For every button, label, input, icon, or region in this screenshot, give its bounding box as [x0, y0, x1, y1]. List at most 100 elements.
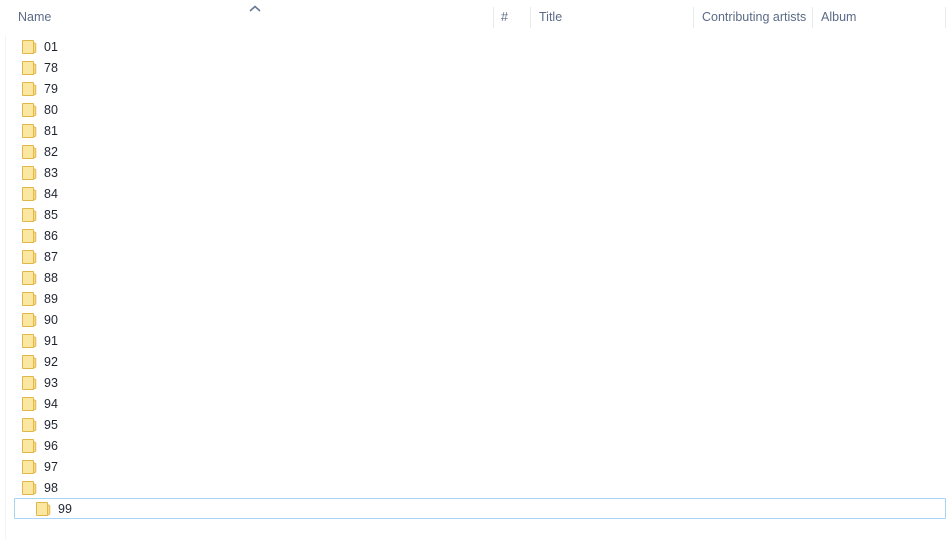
folder-icon — [22, 81, 37, 96]
row-content: 86 — [1, 226, 58, 245]
folder-icon — [22, 459, 37, 474]
row-label: 99 — [58, 501, 72, 516]
table-row[interactable]: 81 — [0, 120, 951, 141]
folder-icon — [22, 249, 37, 264]
folder-icon — [22, 375, 37, 390]
row-label: 88 — [44, 270, 58, 285]
row-label: 89 — [44, 291, 58, 306]
row-content: 87 — [1, 247, 58, 266]
row-label: 80 — [44, 102, 58, 117]
row-content: 85 — [1, 205, 58, 224]
row-label: 94 — [44, 396, 58, 411]
row-content: 89 — [1, 289, 58, 308]
row-label: 82 — [44, 144, 58, 159]
folder-icon — [22, 417, 37, 432]
row-label: 90 — [44, 312, 58, 327]
table-row[interactable]: 82 — [0, 141, 951, 162]
row-content: 81 — [1, 121, 58, 140]
table-row[interactable]: 91 — [0, 330, 951, 351]
folder-icon — [22, 144, 37, 159]
table-row[interactable]: 78 — [0, 57, 951, 78]
table-row[interactable]: 98 — [0, 477, 951, 498]
row-label: 98 — [44, 480, 58, 495]
row-content: 90 — [1, 310, 58, 329]
row-label: 93 — [44, 375, 58, 390]
column-header-name[interactable]: Name — [18, 0, 248, 35]
row-label: 92 — [44, 354, 58, 369]
column-header-contributing-artists[interactable]: Contributing artists — [702, 0, 806, 35]
table-row[interactable]: 79 — [0, 78, 951, 99]
column-separator[interactable] — [945, 7, 946, 28]
row-content: 96 — [1, 436, 58, 455]
row-content: 93 — [1, 373, 58, 392]
row-label: 79 — [44, 81, 58, 96]
folder-icon — [22, 186, 37, 201]
table-row[interactable]: 92 — [0, 351, 951, 372]
table-row[interactable]: 87 — [0, 246, 951, 267]
table-row[interactable]: 99 — [14, 498, 946, 519]
folder-icon — [22, 60, 37, 75]
row-content: 79 — [1, 79, 58, 98]
table-row[interactable]: 97 — [0, 456, 951, 477]
row-content: 01 — [1, 37, 58, 56]
row-content: 84 — [1, 184, 58, 203]
table-row[interactable]: 96 — [0, 435, 951, 456]
column-header-title[interactable]: Title — [539, 0, 687, 35]
file-list: 01 78 79 80 81 82 83 84 85 86 87 88 89 9… — [0, 36, 951, 519]
table-row[interactable]: 94 — [0, 393, 951, 414]
column-header-album[interactable]: Album — [821, 0, 939, 35]
table-row[interactable]: 83 — [0, 162, 951, 183]
table-row[interactable]: 84 — [0, 183, 951, 204]
row-content: 94 — [1, 394, 58, 413]
folder-icon — [22, 228, 37, 243]
column-separator[interactable] — [812, 7, 813, 28]
table-row[interactable]: 89 — [0, 288, 951, 309]
row-content: 98 — [1, 478, 58, 497]
folder-icon — [22, 333, 37, 348]
row-content: 80 — [1, 100, 58, 119]
row-label: 96 — [44, 438, 58, 453]
folder-icon — [22, 39, 37, 54]
row-content: 82 — [1, 142, 58, 161]
row-label: 01 — [44, 39, 58, 54]
chevron-up-icon — [248, 4, 262, 14]
folder-icon — [22, 102, 37, 117]
column-separator[interactable] — [693, 7, 694, 28]
column-header-bar: Name # Title Contributing artists Album — [0, 0, 951, 35]
row-label: 85 — [44, 207, 58, 222]
row-label: 86 — [44, 228, 58, 243]
folder-icon — [22, 396, 37, 411]
row-label: 91 — [44, 333, 58, 348]
folder-icon — [22, 480, 37, 495]
row-label: 81 — [44, 123, 58, 138]
table-row[interactable]: 86 — [0, 225, 951, 246]
file-explorer-details-view: Name # Title Contributing artists Album … — [0, 0, 951, 539]
folder-icon — [22, 207, 37, 222]
row-label: 84 — [44, 186, 58, 201]
column-separator[interactable] — [493, 7, 494, 28]
column-separator[interactable] — [530, 7, 531, 28]
column-header-number[interactable]: # — [501, 0, 525, 35]
folder-icon — [22, 438, 37, 453]
folder-icon — [22, 354, 37, 369]
row-content: 92 — [1, 352, 58, 371]
table-row[interactable]: 80 — [0, 99, 951, 120]
table-row[interactable]: 95 — [0, 414, 951, 435]
row-label: 87 — [44, 249, 58, 264]
row-label: 95 — [44, 417, 58, 432]
row-label: 83 — [44, 165, 58, 180]
row-content: 78 — [1, 58, 58, 77]
row-content: 83 — [1, 163, 58, 182]
folder-icon — [22, 312, 37, 327]
table-row[interactable]: 85 — [0, 204, 951, 225]
row-label: 78 — [44, 60, 58, 75]
row-content: 91 — [1, 331, 58, 350]
table-row[interactable]: 88 — [0, 267, 951, 288]
folder-icon — [22, 291, 37, 306]
row-label: 97 — [44, 459, 58, 474]
table-row[interactable]: 93 — [0, 372, 951, 393]
table-row[interactable]: 01 — [0, 36, 951, 57]
table-row[interactable]: 90 — [0, 309, 951, 330]
folder-icon — [22, 165, 37, 180]
folder-icon — [36, 501, 51, 516]
